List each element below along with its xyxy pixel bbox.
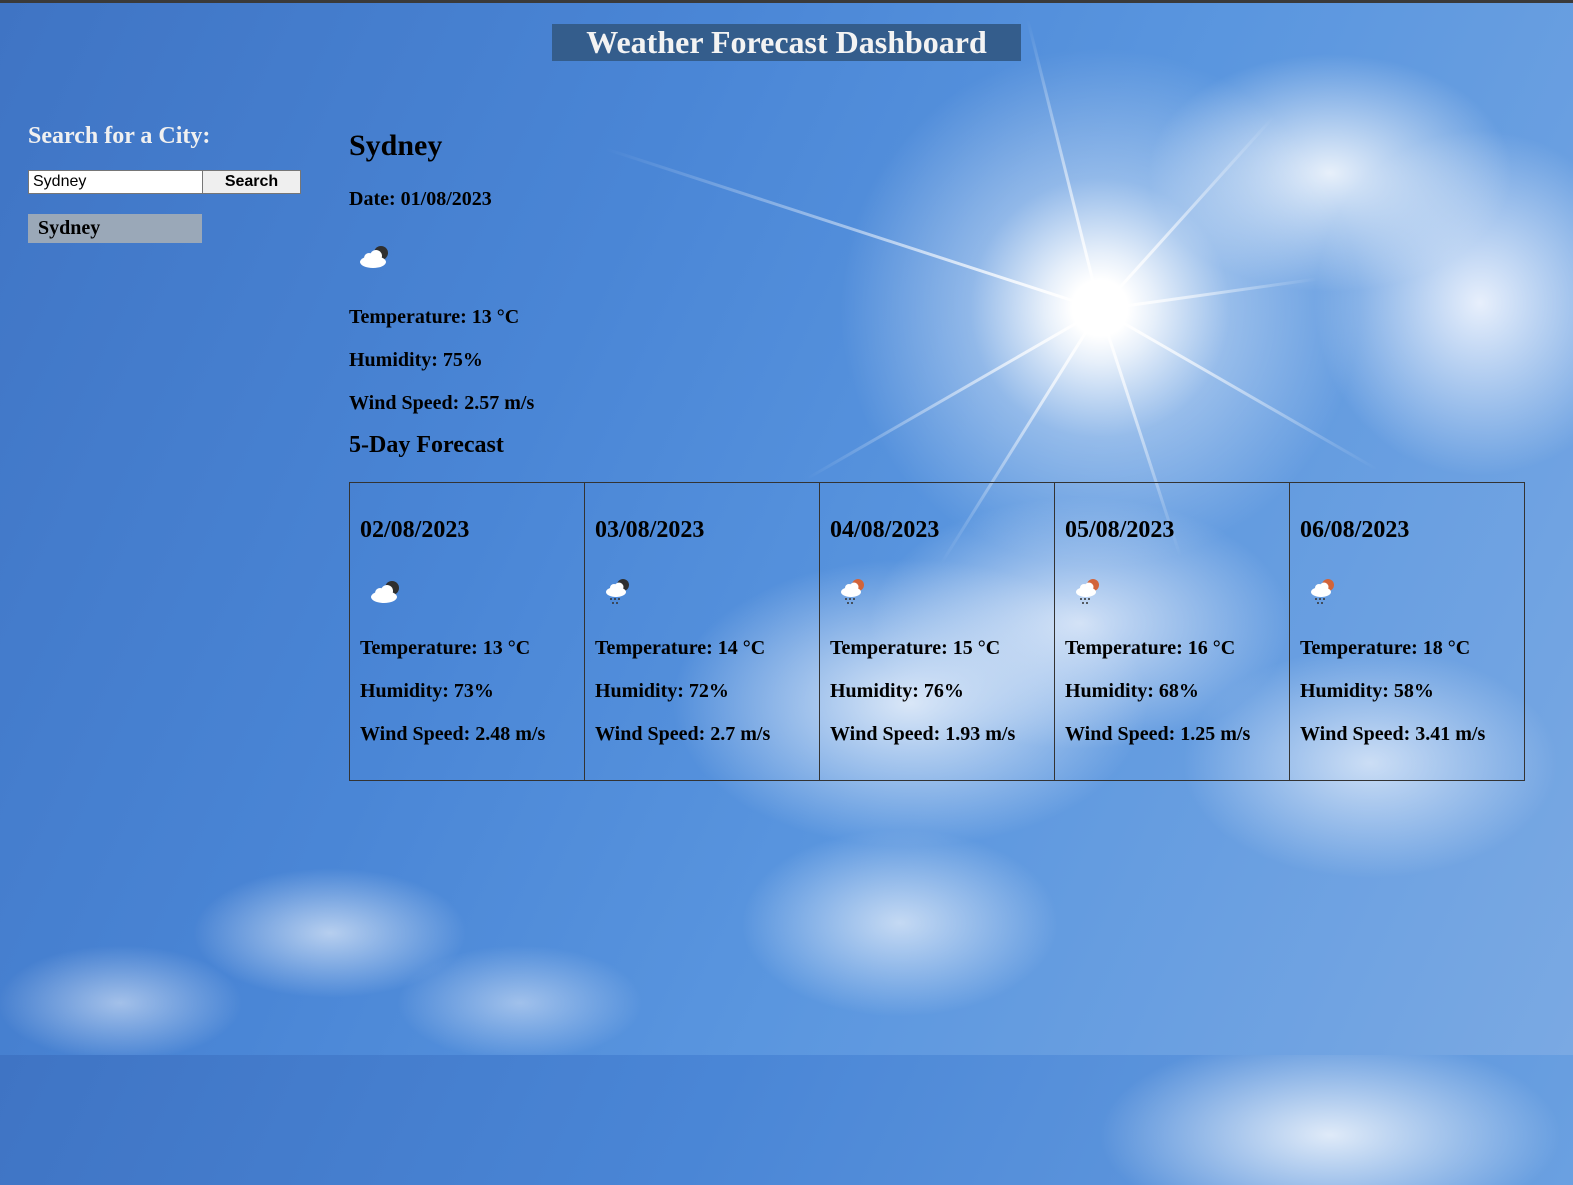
forecast-date: 05/08/2023 [1065, 517, 1175, 543]
forecast-wind-speed: Wind Speed: 3.41 m/s [1300, 723, 1486, 745]
history-item-sydney[interactable]: Sydney [28, 214, 202, 243]
forecast-wind-speed: Wind Speed: 2.48 m/s [360, 723, 546, 745]
forecast-card: 02/08/2023 Temperature: 13 °C Humidity: … [349, 482, 585, 781]
search-row: Search [28, 170, 308, 194]
forecast-temperature: Temperature: 16 °C [1065, 637, 1236, 659]
current-weather: Sydney Date: 01/08/2023 Temperature: 13 … [349, 128, 1529, 781]
cloud-moon-rain-icon [603, 577, 639, 607]
forecast-card: 04/08/2023 Temperature: 15 °C Humidity: … [819, 482, 1055, 781]
forecast-date: 06/08/2023 [1300, 517, 1410, 543]
current-wind-speed: Wind Speed: 2.57 m/s [349, 392, 535, 414]
cloud-sun-rain-icon [1308, 577, 1344, 607]
city-search-input[interactable] [28, 170, 202, 194]
forecast-date: 04/08/2023 [830, 517, 940, 543]
current-humidity: Humidity: 75% [349, 349, 483, 371]
forecast-humidity: Humidity: 68% [1065, 680, 1199, 702]
current-temperature: Temperature: 13 °C [349, 306, 520, 328]
forecast-temperature: Temperature: 18 °C [1300, 637, 1471, 659]
forecast-card: 06/08/2023 Temperature: 18 °C Humidity: … [1289, 482, 1525, 781]
cloud-moon-icon [368, 577, 404, 607]
page-title: Weather Forecast Dashboard [552, 24, 1021, 61]
cloud-moon-icon [357, 242, 393, 272]
cloud-sun-rain-icon [1073, 577, 1109, 607]
forecast-humidity: Humidity: 73% [360, 680, 494, 702]
cloud-sun-rain-icon [838, 577, 874, 607]
forecast-cards: 02/08/2023 Temperature: 13 °C Humidity: … [349, 482, 1525, 781]
search-label: Search for a City: [28, 123, 211, 149]
forecast-temperature: Temperature: 13 °C [360, 637, 531, 659]
forecast-wind-speed: Wind Speed: 1.25 m/s [1065, 723, 1251, 745]
forecast-date: 02/08/2023 [360, 517, 470, 543]
sky-background-repeat [0, 1055, 1573, 1185]
city-name: Sydney [349, 129, 443, 162]
forecast-humidity: Humidity: 76% [830, 680, 964, 702]
header: Weather Forecast Dashboard [0, 24, 1573, 61]
forecast-humidity: Humidity: 58% [1300, 680, 1434, 702]
forecast-title: 5-Day Forecast [349, 432, 504, 458]
forecast-temperature: Temperature: 15 °C [830, 637, 1001, 659]
forecast-card: 05/08/2023 Temperature: 16 °C Humidity: … [1054, 482, 1290, 781]
forecast-date: 03/08/2023 [595, 517, 705, 543]
forecast-humidity: Humidity: 72% [595, 680, 729, 702]
search-button[interactable]: Search [202, 170, 301, 194]
forecast-card: 03/08/2023 Temperature: 14 °C Humidity: … [584, 482, 820, 781]
sidebar: Search for a City: Search Sydney [28, 120, 308, 243]
forecast-temperature: Temperature: 14 °C [595, 637, 766, 659]
current-date: Date: 01/08/2023 [349, 188, 492, 210]
forecast-wind-speed: Wind Speed: 1.93 m/s [830, 723, 1016, 745]
forecast-wind-speed: Wind Speed: 2.7 m/s [595, 723, 771, 745]
